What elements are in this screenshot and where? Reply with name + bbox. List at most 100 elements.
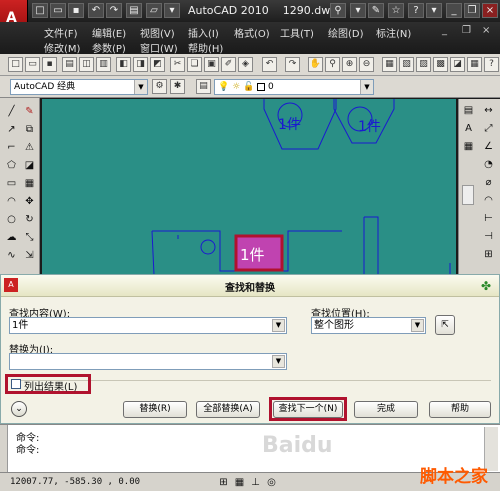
- dialog-title-bar[interactable]: A 查找和替换 ✤: [1, 275, 499, 297]
- dim-radius-icon[interactable]: ◔: [481, 157, 496, 172]
- polyline-icon[interactable]: ⌐: [4, 140, 19, 155]
- spline-icon[interactable]: ∿: [4, 248, 19, 263]
- block-editor-icon[interactable]: ◈: [238, 57, 253, 72]
- menu-dimension[interactable]: 标注(N): [376, 25, 411, 40]
- undo-tool-icon[interactable]: ↶: [262, 57, 277, 72]
- arc-icon[interactable]: ◠: [4, 194, 19, 209]
- wrench-icon[interactable]: ✎: [368, 3, 384, 18]
- new-icon[interactable]: □: [32, 3, 48, 18]
- rotate-icon[interactable]: ↻: [22, 212, 37, 227]
- line-icon[interactable]: ╱: [4, 104, 19, 119]
- help-icon[interactable]: ?: [408, 3, 424, 18]
- workspace-gear-icon[interactable]: ✱: [170, 79, 185, 94]
- search-dropdown-icon[interactable]: ▾: [350, 3, 366, 18]
- replace-button[interactable]: 替换(R): [123, 401, 187, 418]
- publish-icon[interactable]: ▥: [96, 57, 111, 72]
- copy-object-icon[interactable]: ⧉: [22, 122, 37, 137]
- dim-linear-icon[interactable]: ↔: [481, 103, 496, 118]
- markup-manager-icon[interactable]: ◪: [450, 57, 465, 72]
- done-button[interactable]: 完成: [354, 401, 418, 418]
- print-icon[interactable]: ▤: [126, 3, 142, 18]
- redo-tool-icon[interactable]: ↷: [285, 57, 300, 72]
- menu-format[interactable]: 格式(O): [234, 25, 270, 40]
- offset-icon[interactable]: ◪: [22, 158, 37, 173]
- polygon-icon[interactable]: ⬠: [4, 158, 19, 173]
- undo-icon[interactable]: ↶: [88, 3, 104, 18]
- scale-icon[interactable]: ⤡: [22, 230, 37, 245]
- mtext-icon[interactable]: A: [461, 121, 476, 136]
- communication-icon[interactable]: ☆: [388, 3, 404, 18]
- menu-draw[interactable]: 绘图(D): [328, 25, 364, 40]
- zoom-previous-icon[interactable]: ⊖: [359, 57, 374, 72]
- save-file-icon[interactable]: ▪: [42, 57, 57, 72]
- cut-icon[interactable]: ✂: [170, 57, 185, 72]
- menu-minimize-icon[interactable]: _: [442, 25, 447, 36]
- open-file-icon[interactable]: ▭: [25, 57, 40, 72]
- replace-input[interactable]: ▼: [9, 353, 287, 370]
- find-chevron-down-icon[interactable]: ▼: [272, 319, 285, 332]
- hatch-icon[interactable]: ▦: [461, 139, 476, 154]
- help-button[interactable]: 帮助: [429, 401, 491, 418]
- menu-parametric[interactable]: 参数(P): [92, 40, 126, 55]
- copy-icon[interactable]: ❏: [187, 57, 202, 72]
- minimize-icon[interactable]: _: [446, 3, 462, 18]
- menu-tools[interactable]: 工具(T): [280, 25, 314, 40]
- drawing-canvas[interactable]: 1件 1件 1件: [42, 99, 456, 279]
- workspace-select[interactable]: AutoCAD 经典 ▼: [10, 79, 148, 95]
- dim-quick-icon[interactable]: ⊞: [481, 247, 496, 262]
- markup-icon[interactable]: ◩: [150, 57, 165, 72]
- stretch-icon[interactable]: ⇲: [22, 248, 37, 263]
- ortho-mode-icon[interactable]: ⊥: [248, 475, 263, 490]
- plot-preview-icon[interactable]: ◫: [79, 57, 94, 72]
- find-next-button[interactable]: 查找下一个(N): [273, 401, 343, 418]
- location-select[interactable]: 整个图形 ▼: [311, 317, 426, 334]
- chevron-down-icon[interactable]: ▼: [134, 80, 147, 94]
- quickcalc-icon[interactable]: ▦: [467, 57, 482, 72]
- quick-access-dropdown-icon[interactable]: ▾: [164, 3, 180, 18]
- rectangle-icon[interactable]: ▭: [4, 176, 19, 191]
- open-icon[interactable]: ▭: [50, 3, 66, 18]
- dim-baseline-icon[interactable]: ⊢: [481, 211, 496, 226]
- snap-mode-icon[interactable]: ⊞: [216, 475, 231, 490]
- properties-icon[interactable]: ▦: [382, 57, 397, 72]
- zoom-realtime-icon[interactable]: ⚲: [325, 57, 340, 72]
- menu-close-icon[interactable]: ×: [482, 25, 490, 36]
- menu-edit[interactable]: 编辑(E): [92, 25, 126, 40]
- array-icon[interactable]: ▦: [22, 176, 37, 191]
- pan-icon[interactable]: ✋: [308, 57, 323, 72]
- menu-help[interactable]: 帮助(H): [188, 40, 223, 55]
- location-chevron-down-icon[interactable]: ▼: [411, 319, 424, 332]
- dim-continue-icon[interactable]: ⊣: [481, 229, 496, 244]
- paste-icon[interactable]: ▣: [204, 57, 219, 72]
- circle-icon[interactable]: ○: [4, 212, 19, 227]
- layer-properties-icon[interactable]: ▤: [196, 79, 211, 94]
- save-icon[interactable]: ▪: [68, 3, 84, 18]
- erase-icon[interactable]: ✎: [22, 104, 37, 119]
- revcloud-icon[interactable]: ☁: [4, 230, 19, 245]
- move-icon[interactable]: ✥: [22, 194, 37, 209]
- restore-icon[interactable]: ❐: [464, 3, 480, 18]
- open-folder-icon[interactable]: ▱: [146, 3, 162, 18]
- construction-line-icon[interactable]: ↗: [4, 122, 19, 137]
- command-line-grip[interactable]: [0, 425, 8, 473]
- layer-select[interactable]: 💡 ☼ 🔓 0 ▼: [214, 79, 374, 95]
- plot-icon[interactable]: ▤: [62, 57, 77, 72]
- tool-palettes-icon[interactable]: ▨: [416, 57, 431, 72]
- close-icon[interactable]: ×: [482, 3, 498, 18]
- menu-view[interactable]: 视图(V): [140, 25, 175, 40]
- dim-angular-icon[interactable]: ∠: [481, 139, 496, 154]
- match-properties-icon[interactable]: ✐: [221, 57, 236, 72]
- find-input[interactable]: 1件 ▼: [9, 317, 287, 334]
- help-tool-icon[interactable]: ?: [484, 57, 499, 72]
- mirror-icon[interactable]: ⚠: [22, 140, 37, 155]
- select-objects-button[interactable]: ⇱: [435, 315, 455, 335]
- workspace-settings-icon[interactable]: ⚙: [152, 79, 167, 94]
- menu-file[interactable]: 文件(F): [44, 25, 78, 40]
- redo-icon[interactable]: ↷: [106, 3, 122, 18]
- expand-options-button[interactable]: ⌄: [11, 401, 27, 417]
- replace-all-button[interactable]: 全部替换(A): [196, 401, 260, 418]
- replace-chevron-down-icon[interactable]: ▼: [272, 355, 285, 368]
- menu-modify[interactable]: 修改(M): [44, 40, 80, 55]
- menu-restore-icon[interactable]: ❐: [462, 25, 471, 36]
- zoom-window-icon[interactable]: ⊕: [342, 57, 357, 72]
